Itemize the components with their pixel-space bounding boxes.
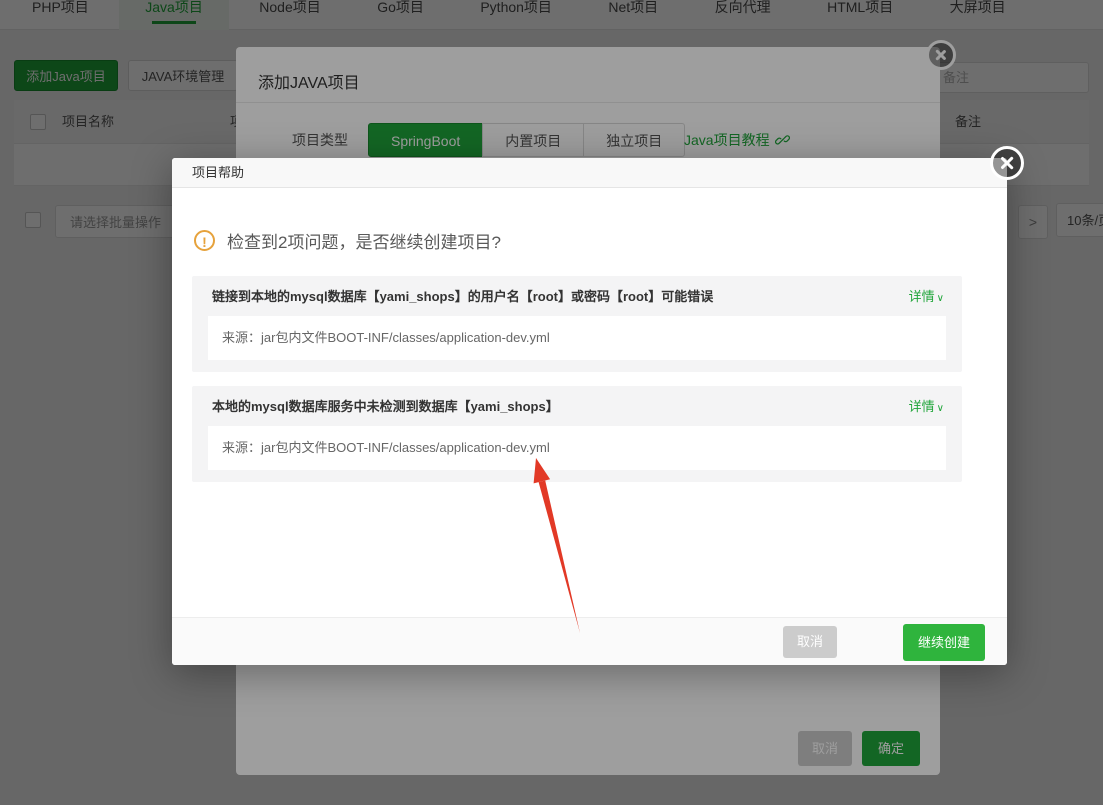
issue-header: 本地的mysql数据库服务中未检测到数据库【yami_shops】 详情∨ bbox=[192, 386, 962, 424]
issue-block: 本地的mysql数据库服务中未检测到数据库【yami_shops】 详情∨ 来源… bbox=[192, 386, 962, 482]
detail-link[interactable]: 详情∨ bbox=[909, 286, 944, 305]
chevron-down-icon: ∨ bbox=[937, 293, 944, 304]
warning-row: ! 检查到2项问题，是否继续创建项目? bbox=[194, 228, 501, 253]
close-icon[interactable] bbox=[990, 146, 1024, 180]
issue-header: 链接到本地的mysql数据库【yami_shops】的用户名【root】或密码【… bbox=[192, 276, 962, 314]
project-help-modal: 项目帮助 ! 检查到2项问题，是否继续创建项目? 链接到本地的mysql数据库【… bbox=[172, 158, 1007, 665]
modal-header: 项目帮助 bbox=[172, 158, 1007, 188]
issue-source: 来源：jar包内文件BOOT-INF/classes/application-d… bbox=[208, 316, 946, 360]
issue-source: 来源：jar包内文件BOOT-INF/classes/application-d… bbox=[208, 426, 946, 470]
issue-title: 链接到本地的mysql数据库【yami_shops】的用户名【root】或密码【… bbox=[212, 286, 909, 305]
issue-block: 链接到本地的mysql数据库【yami_shops】的用户名【root】或密码【… bbox=[192, 276, 962, 372]
detail-link[interactable]: 详情∨ bbox=[909, 396, 944, 415]
modal-title: 项目帮助 bbox=[192, 158, 244, 188]
continue-create-button[interactable]: 继续创建 bbox=[903, 624, 985, 661]
cancel-button[interactable]: 取消 bbox=[783, 626, 837, 658]
issue-title: 本地的mysql数据库服务中未检测到数据库【yami_shops】 bbox=[212, 396, 909, 415]
warning-icon: ! bbox=[194, 230, 215, 251]
chevron-down-icon: ∨ bbox=[937, 403, 944, 414]
screenshot-root: PHP项目 Java项目 Node项目 Go项目 Python项目 Net项目 … bbox=[0, 0, 1103, 805]
modal-footer: 取消 继续创建 bbox=[172, 617, 1007, 665]
warning-question: 检查到2项问题，是否继续创建项目? bbox=[227, 228, 501, 253]
